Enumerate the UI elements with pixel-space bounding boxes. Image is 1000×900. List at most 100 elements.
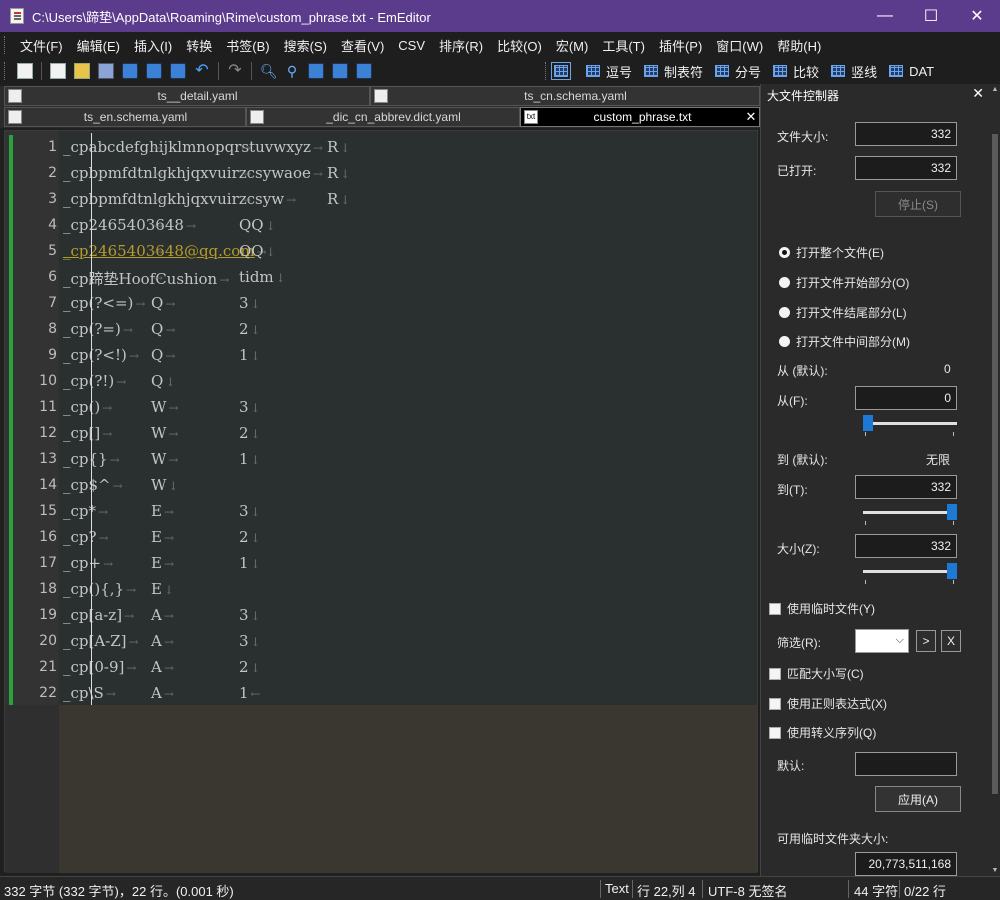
minimize-button[interactable]: — xyxy=(862,0,908,32)
csv-toolbar-grip[interactable] xyxy=(545,62,548,80)
csv-comma-button[interactable]: 逗号 xyxy=(586,62,632,81)
scrollbar-thumb[interactable] xyxy=(992,134,998,794)
code-line[interactable]: 22 _cp\S → A → 1 ← xyxy=(5,680,757,706)
print-icon[interactable] xyxy=(146,63,162,79)
filter-dropdown[interactable]: ⌵ xyxy=(855,629,909,653)
menu-view[interactable]: 查看(V) xyxy=(334,36,391,55)
status-encoding[interactable]: UTF-8 无签名 xyxy=(708,881,787,900)
filter-next-button[interactable]: > xyxy=(916,630,936,652)
tab-custom-phrase[interactable]: txt custom_phrase.txt ✕ xyxy=(520,107,760,127)
menu-csv[interactable]: CSV xyxy=(391,38,432,53)
menu-search[interactable]: 搜索(S) xyxy=(277,36,334,55)
csv-pipe-button[interactable]: 竖线 xyxy=(831,62,877,81)
code-line[interactable]: 11 _cp() → W → 3 ↓ xyxy=(5,394,757,420)
menu-macros[interactable]: 宏(M) xyxy=(549,36,596,55)
tab-ts-en-schema[interactable]: ts_en.schema.yaml xyxy=(4,107,246,127)
file-size-field[interactable]: 332 xyxy=(855,122,957,146)
menu-compare[interactable]: 比较(O) xyxy=(490,36,549,55)
tab-ts-cn-schema[interactable]: ts_cn.schema.yaml xyxy=(370,86,760,106)
end-of-file-area[interactable] xyxy=(59,705,757,873)
menu-file[interactable]: 文件(F) xyxy=(13,36,70,55)
from-slider[interactable] xyxy=(863,414,957,436)
menu-window[interactable]: 窗口(W) xyxy=(709,36,770,55)
scroll-up-icon[interactable]: ▲ xyxy=(990,86,1000,93)
code-line[interactable]: 15 _cp* → E → 3 ↓ xyxy=(5,498,757,524)
sort-icon[interactable] xyxy=(308,63,324,79)
code-line[interactable]: 20 _cp[A-Z] → A → 3 ↓ xyxy=(5,628,757,654)
status-mode[interactable]: Text xyxy=(605,881,629,896)
open-all-radio[interactable]: 打开整个文件(E) xyxy=(779,244,884,261)
status-position[interactable]: 行 22,列 4 xyxy=(637,881,696,900)
code-line[interactable]: 19 _cp[a-z] → A → 3 ↓ xyxy=(5,602,757,628)
code-line[interactable]: 17 _cp+ → E → 1 ↓ xyxy=(5,550,757,576)
to-slider-thumb[interactable] xyxy=(947,504,957,520)
save-icon[interactable] xyxy=(98,63,114,79)
menu-edit[interactable]: 编辑(E) xyxy=(70,36,127,55)
from-slider-thumb[interactable] xyxy=(863,415,873,431)
close-button[interactable]: ✕ xyxy=(954,0,1000,32)
menu-convert[interactable]: 转换 xyxy=(179,36,219,55)
code-line[interactable]: 7 _cp(?<=) → Q → 3 ↓ xyxy=(5,290,757,316)
code-line[interactable]: 9 _cp(?<!) → Q → 1 ↓ xyxy=(5,342,757,368)
csv-dat-button[interactable]: DAT xyxy=(889,64,934,79)
code-line[interactable]: 1 _cpabcdefghijklmnopqrstuvwxyz → → → R ↓ xyxy=(5,134,757,160)
code-line[interactable]: 4 _cp2465403648 → → QQ ↓ xyxy=(5,212,757,238)
menu-bookmarks[interactable]: 书签(B) xyxy=(219,36,276,55)
code-line[interactable]: 21 _cp[0-9] → A → 2 ↓ xyxy=(5,654,757,680)
temp-folder-size-field[interactable]: 20,773,511,168 xyxy=(855,852,957,876)
panel-close-icon[interactable]: ✕ xyxy=(972,85,984,102)
open-start-radio[interactable]: 打开文件开始部分(O) xyxy=(779,274,909,291)
open-file-icon[interactable] xyxy=(74,63,90,79)
code-line[interactable]: 6 _cp蹄垫HoofCushion → → tidm ↓ xyxy=(5,264,757,290)
menu-insert[interactable]: 插入(I) xyxy=(127,36,179,55)
filter-clear-button[interactable]: X xyxy=(941,630,961,652)
find-in-files-icon[interactable] xyxy=(356,63,372,79)
code-line[interactable]: 14 _cp$^ → W ↓ xyxy=(5,472,757,498)
use-escape-checkbox[interactable]: 使用转义序列(Q) xyxy=(769,724,876,741)
code-line[interactable]: 8_cp(?=)→Q→2↓ xyxy=(5,316,757,342)
code-line[interactable]: 13 _cp{} → W → 1 ↓ xyxy=(5,446,757,472)
toolbar-grip[interactable] xyxy=(4,62,7,80)
size-field[interactable]: 332 xyxy=(855,534,957,558)
apply-button[interactable]: 应用(A) xyxy=(875,786,961,812)
tab-ts-detail[interactable]: ts__detail.yaml xyxy=(4,86,370,106)
opened-field[interactable]: 332 xyxy=(855,156,957,180)
undo-icon[interactable]: ↶ xyxy=(194,63,210,79)
code-line[interactable]: 16 _cp? → E → 2 ↓ xyxy=(5,524,757,550)
open-end-radio[interactable]: 打开文件结尾部分(L) xyxy=(779,304,907,321)
menu-help[interactable]: 帮助(H) xyxy=(770,36,828,55)
new-file-icon[interactable] xyxy=(17,63,33,79)
replace-icon[interactable] xyxy=(332,63,348,79)
menu-sort[interactable]: 排序(R) xyxy=(432,36,490,55)
tab-close-icon[interactable]: ✕ xyxy=(743,109,759,125)
size-slider[interactable] xyxy=(863,562,957,584)
use-temp-file-checkbox[interactable]: 使用临时文件(Y) xyxy=(769,600,875,617)
csv-semicolon-button[interactable]: 分号 xyxy=(715,62,761,81)
stop-button[interactable]: 停止(S) xyxy=(875,191,961,217)
code-line[interactable]: 18 _cp(){,} → E ↓ xyxy=(5,576,757,602)
from-field[interactable]: 0 xyxy=(855,386,957,410)
redo-icon[interactable]: ↷ xyxy=(227,63,243,79)
tab-dic-cn-abbrev[interactable]: _dic_cn_abbrev.dict.yaml xyxy=(246,107,520,127)
menu-tools[interactable]: 工具(T) xyxy=(595,36,652,55)
save-all-icon[interactable] xyxy=(122,63,138,79)
size-slider-thumb[interactable] xyxy=(947,563,957,579)
scroll-down-icon[interactable]: ▼ xyxy=(990,867,1000,874)
text-editor[interactable]: 1 _cpabcdefghijklmnopqrstuvwxyz → → → R ↓ 2 _cpb… xyxy=(4,130,758,873)
panel-scrollbar[interactable]: ▲ ▼ xyxy=(990,84,1000,876)
use-regex-checkbox[interactable]: 使用正则表达式(X) xyxy=(769,695,887,712)
code-line[interactable]: 3 _cpbpmfdtnlgkhjqxvuirzcsyw → → → R ↓ xyxy=(5,186,757,212)
copy-icon[interactable] xyxy=(170,63,186,79)
code-line[interactable]: 10 _cp(?!) → Q ↓ xyxy=(5,368,757,394)
default-field[interactable] xyxy=(855,752,957,776)
menu-grip[interactable] xyxy=(4,36,7,54)
csv-none-button[interactable] xyxy=(551,62,574,80)
to-slider[interactable] xyxy=(863,503,957,525)
match-case-checkbox[interactable]: 匹配大小写(C) xyxy=(769,665,864,682)
maximize-button[interactable]: ☐ xyxy=(908,0,954,32)
csv-tab-button[interactable]: 制表符 xyxy=(644,62,703,81)
find-icon[interactable]: 🔍︎ xyxy=(260,63,278,79)
new-document-icon[interactable] xyxy=(50,63,66,79)
csv-compare-button[interactable]: 比较 xyxy=(773,62,819,81)
open-middle-radio[interactable]: 打开文件中间部分(M) xyxy=(779,333,910,350)
